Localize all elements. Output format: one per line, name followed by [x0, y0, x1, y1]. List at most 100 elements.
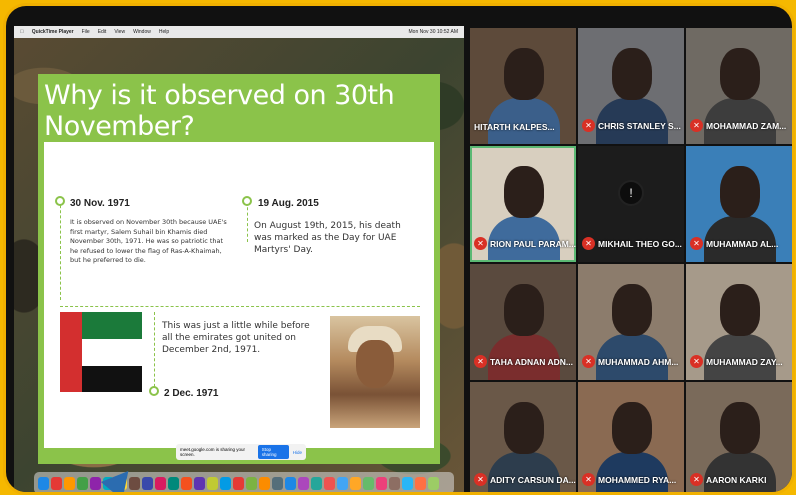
dock-app-icon[interactable]: [90, 476, 101, 490]
participant-name-row: ✕ CHRIS STANLEY S...: [582, 119, 681, 132]
dock-app-icon[interactable]: [168, 476, 179, 490]
mic-off-icon: ✕: [690, 355, 703, 368]
mic-off-icon: ✕: [582, 355, 595, 368]
dock-app-icon[interactable]: [51, 476, 62, 490]
apple-icon[interactable]: : [20, 29, 24, 35]
participant-video-head: [504, 48, 544, 100]
participant-name-row: ✕ MUHAMMAD ZAY...: [690, 355, 783, 368]
participant-name-row: ✕ TAHA ADNAN ADN...: [474, 355, 573, 368]
menu-edit[interactable]: Edit: [98, 29, 107, 35]
dock-app-icon[interactable]: [324, 476, 335, 490]
dock-app-icon[interactable]: [246, 476, 257, 490]
dock-app-icon[interactable]: [415, 476, 426, 490]
participant-video-head: [504, 402, 544, 454]
participant-tile[interactable]: ✕ TAHA ADNAN ADN...: [470, 264, 576, 380]
screen-share-notification: meet.google.com is sharing your screen. …: [176, 444, 306, 460]
participant-name-row: ✕ ADITY CARSUN DA...: [474, 473, 576, 486]
dock-app-icon[interactable]: [155, 476, 166, 490]
participant-video-head: [720, 48, 760, 100]
mic-off-icon: ✕: [582, 119, 595, 132]
dock-app-icon[interactable]: [64, 476, 75, 490]
menu-view[interactable]: View: [114, 29, 125, 35]
timeline-divider: [60, 306, 420, 307]
participant-name-row: ✕ MIKHAIL THEO GO...: [582, 237, 682, 250]
dock-app-icon[interactable]: [389, 476, 400, 490]
menu-file[interactable]: File: [82, 29, 90, 35]
participant-tile[interactable]: ✕ MUHAMMAD AHM...: [578, 264, 684, 380]
stop-sharing-button[interactable]: Stop sharing: [257, 445, 289, 459]
participant-video-body: [704, 452, 776, 492]
presentation-slide: Why is it observed on 30th November? 30 …: [38, 74, 440, 464]
dock-app-icon[interactable]: [272, 476, 283, 490]
participant-video-body: [596, 452, 668, 492]
mic-off-icon: ✕: [474, 355, 487, 368]
mic-off-icon: ✕: [582, 237, 595, 250]
uae-flag-image: [60, 312, 142, 392]
dock-app-icon[interactable]: [220, 476, 231, 490]
participant-video-head: [720, 284, 760, 336]
dock-app-icon[interactable]: [376, 476, 387, 490]
mac-menubar:  QuickTime Player File Edit View Window…: [14, 26, 464, 38]
participant-name-row: ✕ MOHAMMED RYA...: [582, 473, 676, 486]
participant-name: MUHAMMAD AL...: [706, 238, 779, 249]
date-30-nov-1971: 30 Nov. 1971: [70, 198, 130, 209]
participant-video-head: [504, 284, 544, 336]
dock-app-icon[interactable]: [363, 476, 374, 490]
participant-video-head: [612, 48, 652, 100]
hide-button[interactable]: Hide: [293, 450, 302, 455]
mic-off-icon: ✕: [690, 473, 703, 486]
participant-tile[interactable]: ✕ ADITY CARSUN DA...: [470, 382, 576, 492]
slide-title: Why is it observed on 30th November?: [44, 80, 395, 142]
dock-app-icon[interactable]: [311, 476, 322, 490]
participant-name: MUHAMMAD AHM...: [598, 356, 679, 367]
dock-app-icon[interactable]: [402, 476, 413, 490]
avatar: !: [618, 180, 644, 206]
participant-tile[interactable]: HITARTH KALPES...: [470, 28, 576, 144]
dock-app-icon[interactable]: [337, 476, 348, 490]
participant-tile[interactable]: ✕ MOHAMMAD ZAM...: [686, 28, 792, 144]
participant-name: MOHAMMED RYA...: [598, 474, 677, 485]
participant-tile[interactable]: ✕ MOHAMMED RYA...: [578, 382, 684, 492]
shared-screen:  QuickTime Player File Edit View Window…: [14, 26, 464, 492]
date-2-dec-1971: 2 Dec. 1971: [164, 388, 219, 399]
dock-app-icon[interactable]: [38, 476, 49, 490]
participant-name-row: ✕ AARON KARKI: [690, 473, 766, 486]
mic-off-icon: ✕: [582, 473, 595, 486]
participant-tile[interactable]: ✕ CHRIS STANLEY S...: [578, 28, 684, 144]
left-paragraph: It is observed on November 30th because …: [70, 218, 227, 264]
dock-app-icon[interactable]: [194, 476, 205, 490]
dock-app-icon[interactable]: [77, 476, 88, 490]
dock-app-icon[interactable]: [207, 476, 218, 490]
pin-icon: [242, 196, 252, 210]
participant-name: RION PAUL PARAM...: [490, 238, 576, 249]
mic-off-icon: ✕: [690, 119, 703, 132]
dock-app-icon[interactable]: [350, 476, 361, 490]
dock-app-icon[interactable]: [181, 476, 192, 490]
mic-off-icon: ✕: [690, 237, 703, 250]
participant-tile[interactable]: ! ✕ MIKHAIL THEO GO...: [578, 146, 684, 262]
participant-video-body: [488, 452, 560, 492]
participant-video-head: [612, 402, 652, 454]
participant-video-head: [720, 166, 760, 218]
menu-window[interactable]: Window: [133, 29, 151, 35]
dock-app-icon[interactable]: [298, 476, 309, 490]
participant-tile[interactable]: ✕ AARON KARKI: [686, 382, 792, 492]
mic-off-icon: ✕: [474, 473, 487, 486]
screenshot-frame:  QuickTime Player File Edit View Window…: [6, 6, 792, 492]
menubar-app-name[interactable]: QuickTime Player: [32, 29, 74, 35]
participant-name: MUHAMMAD ZAY...: [706, 356, 783, 367]
participants-grid: HITARTH KALPES... ✕ CHRIS STANLEY S... ✕ MOH…: [470, 28, 792, 492]
dock-app-icon[interactable]: [233, 476, 244, 490]
participant-tile[interactable]: ✕ RION PAUL PARAM...: [470, 146, 576, 262]
dock-app-icon[interactable]: [142, 476, 153, 490]
dock-app-icon[interactable]: [428, 476, 439, 490]
participant-name: MOHAMMAD ZAM...: [706, 120, 787, 131]
dock-app-icon[interactable]: [259, 476, 270, 490]
menu-help[interactable]: Help: [159, 29, 169, 35]
participant-tile[interactable]: ✕ MUHAMMAD AL...: [686, 146, 792, 262]
participant-name-row: ✕ MUHAMMAD AHM...: [582, 355, 678, 368]
participant-video-head: [720, 402, 760, 454]
participant-name: ADITY CARSUN DA...: [490, 474, 576, 485]
participant-tile[interactable]: ✕ MUHAMMAD ZAY...: [686, 264, 792, 380]
dock-app-icon[interactable]: [285, 476, 296, 490]
